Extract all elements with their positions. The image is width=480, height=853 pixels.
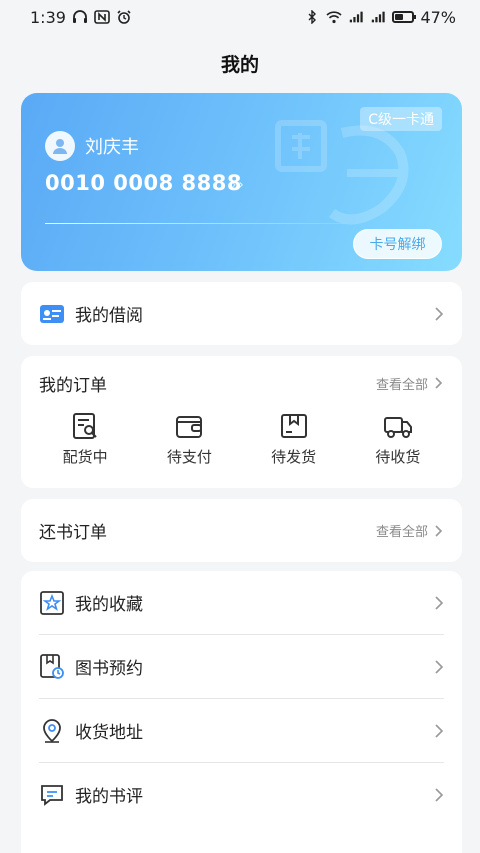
signal-icon-2: [372, 11, 386, 23]
nfc-icon: [94, 10, 110, 24]
order-status-to-receive[interactable]: 待收货: [353, 410, 443, 467]
order-status-label: 配货中: [62, 448, 108, 466]
orders-view-all-link[interactable]: 查看全部: [376, 374, 444, 393]
orders-grid: 配货中 待支付 待发货 待收货: [21, 410, 462, 467]
orders-panel: 我的订单 查看全部 配货中 待支付 待发货 待收货: [21, 356, 462, 488]
menu-item-label: 我的收藏: [75, 595, 143, 615]
orders-view-all-label: 查看全部: [375, 377, 428, 393]
comment-icon: [39, 782, 65, 808]
battery-fill: [395, 14, 404, 20]
battery-icon: [392, 11, 417, 23]
status-right: 47%: [304, 8, 456, 27]
battery-percent: 47%: [420, 7, 456, 27]
document-search-icon: [73, 413, 97, 439]
chevron-right-icon: [435, 377, 443, 389]
unbind-card-button[interactable]: 卡号解绑: [353, 229, 442, 259]
wallet-icon: [176, 416, 203, 438]
alarm-icon: [117, 10, 131, 24]
return-orders-panel: 还书订单 查看全部: [21, 499, 462, 562]
chevron-right-icon: [435, 595, 444, 610]
signal-icon-1: [350, 11, 364, 23]
library-watermark: [275, 120, 409, 225]
user-icon: [53, 139, 67, 154]
return-orders-row[interactable]: 还书订单 查看全部: [21, 499, 462, 562]
bluetooth-icon: [308, 10, 317, 24]
return-orders-title: 还书订单: [39, 523, 107, 543]
borrow-panel: 我的借阅: [21, 282, 462, 345]
headphones-icon: [72, 10, 87, 23]
menu-item-label: 图书预约: [75, 659, 143, 679]
card-holder-name: 刘庆丰: [85, 137, 139, 158]
box-icon: [280, 414, 307, 438]
orders-header: 我的订单 查看全部: [21, 356, 462, 410]
card-arrows-icon: ›››: [231, 177, 244, 193]
chevron-right-icon: [435, 306, 444, 321]
avatar[interactable]: [45, 131, 75, 161]
card-divider: [45, 223, 345, 224]
page-title: 我的: [220, 54, 259, 76]
order-status-to-ship[interactable]: 待发货: [249, 410, 339, 467]
library-card[interactable]: C级一卡通 刘庆丰 0010 0008 8888 ››› 卡号解绑: [21, 93, 462, 271]
menu-item-label: 收货地址: [75, 723, 143, 743]
menu-panel: 我的收藏 图书预约 收货地址 我的书评: [21, 571, 462, 853]
order-status-label: 待发货: [271, 448, 317, 466]
order-status-picking[interactable]: 配货中: [40, 410, 130, 467]
chevron-right-icon: [435, 723, 444, 738]
chevron-right-icon: [435, 659, 444, 674]
menu-item-address[interactable]: 收货地址: [21, 699, 462, 762]
borrow-row[interactable]: 我的借阅: [21, 282, 462, 345]
wifi-icon: [326, 11, 342, 24]
orders-title: 我的订单: [39, 375, 107, 396]
chevron-right-icon: [435, 524, 443, 537]
truck-icon: [383, 417, 412, 438]
id-card-icon: [39, 301, 65, 327]
location-pin-icon: [39, 718, 65, 744]
card-level-badge: C级一卡通: [360, 107, 442, 131]
status-left: 1:39: [30, 8, 132, 27]
menu-item-reviews[interactable]: 我的书评: [21, 763, 462, 826]
borrow-label: 我的借阅: [75, 306, 143, 326]
book-clock-icon: [39, 653, 65, 680]
menu-item-reservations[interactable]: 图书预约: [21, 635, 462, 698]
star-icon: [39, 590, 65, 616]
return-orders-view-all-label: 查看全部: [375, 525, 428, 540]
menu-item-label: 我的书评: [75, 787, 143, 807]
return-orders-view-all-link[interactable]: 查看全部: [376, 521, 444, 540]
status-bar: 1:39 47%: [0, 0, 480, 34]
order-status-unpaid[interactable]: 待支付: [144, 410, 234, 467]
status-time: 1:39: [30, 7, 66, 27]
order-status-label: 待支付: [166, 448, 212, 466]
order-status-label: 待收货: [375, 448, 421, 466]
card-number: 0010 0008 8888: [45, 171, 242, 195]
chevron-right-icon: [435, 787, 444, 802]
menu-item-favorites[interactable]: 我的收藏: [21, 571, 462, 634]
